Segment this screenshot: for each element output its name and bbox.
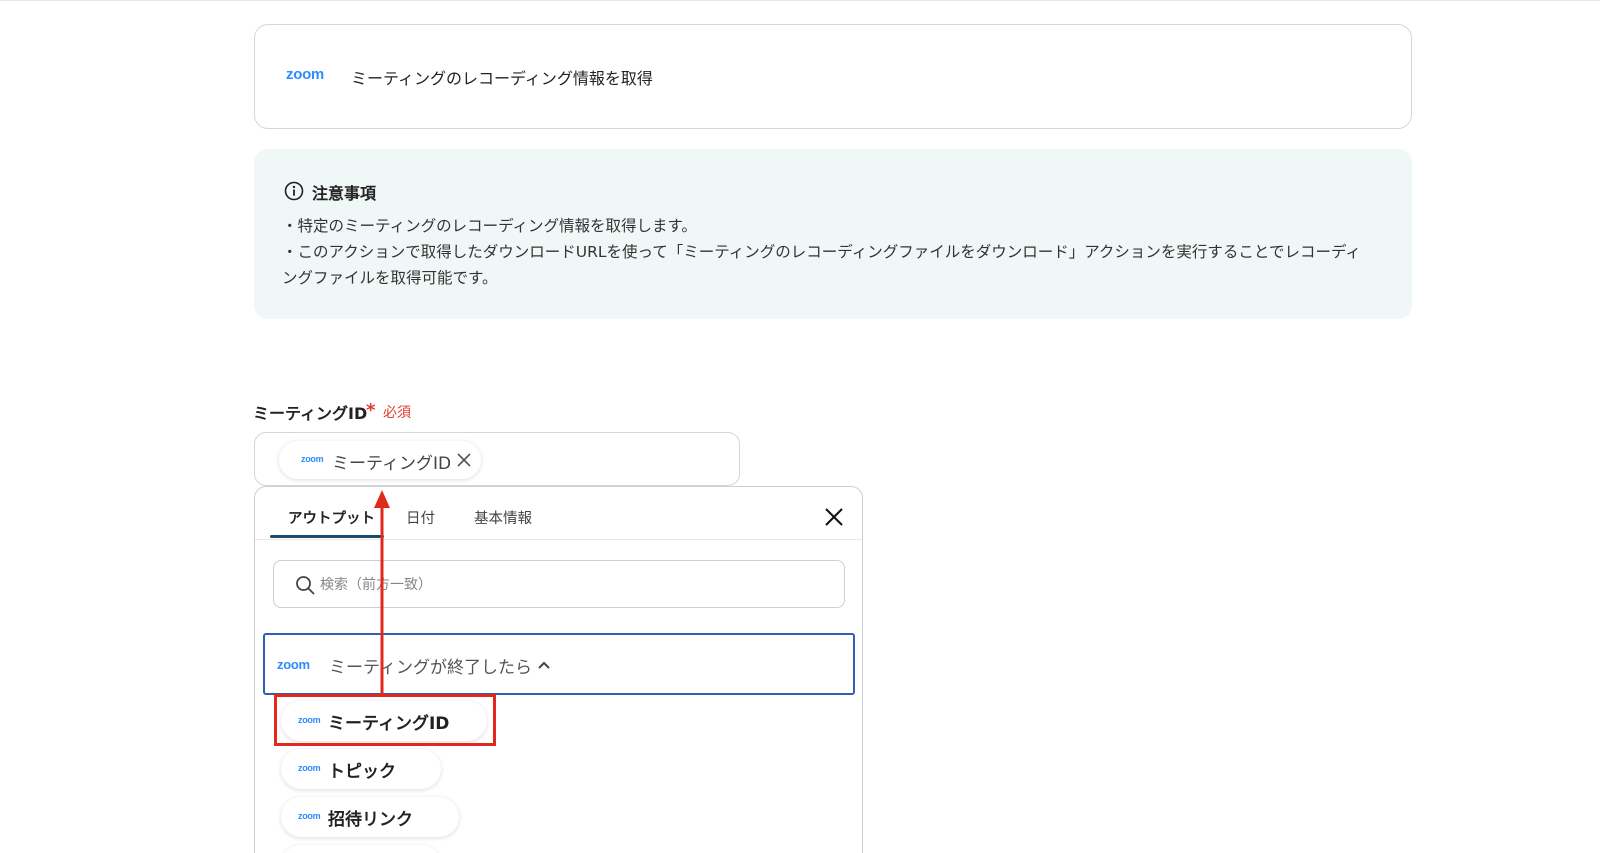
meeting-id-chip[interactable]: zoom ミーティングID (279, 441, 481, 479)
page: zoom ミーティングのレコーディング情報を取得 注意事項 ・特定のミーティング… (0, 0, 1600, 853)
search-input[interactable] (320, 573, 820, 597)
search-icon (296, 576, 315, 595)
field-label: ミーティングID (253, 404, 368, 423)
zoom-logo: zoom (298, 715, 321, 725)
notice-title: 注意事項 (312, 184, 377, 203)
action-card[interactable]: zoom ミーティングのレコーディング情報を取得 (254, 24, 1412, 129)
info-circle-icon (284, 181, 304, 201)
zoom-logo: zoom (277, 657, 310, 672)
tab-date[interactable]: 日付 (406, 507, 435, 528)
close-icon[interactable] (823, 506, 845, 528)
notice-line: ・このアクションで取得したダウンロードURLを使って「ミーティングのレコーディン… (282, 243, 1361, 261)
notice-box: 注意事項 ・特定のミーティングのレコーディング情報を取得します。 ・このアクショ… (254, 149, 1412, 319)
search-box[interactable] (273, 560, 845, 608)
zoom-logo: zoom (298, 763, 321, 773)
action-title: ミーティングのレコーディング情報を取得 (351, 69, 653, 88)
zoom-logo: zoom (301, 454, 324, 464)
chip-label: ミーティングID (332, 454, 452, 474)
output-item-label: ミーティングID (328, 714, 450, 734)
group-meeting-ended[interactable]: zoom ミーティングが終了したら (263, 633, 855, 695)
output-item-label: トピック (328, 762, 396, 782)
output-item-meeting-id[interactable]: zoom ミーティングID (281, 701, 487, 741)
output-item-label: 招待リンク (328, 810, 413, 830)
tab-basic-info[interactable]: 基本情報 (474, 507, 532, 528)
close-icon[interactable] (456, 452, 472, 468)
output-item-partial[interactable] (281, 845, 441, 853)
tab-output[interactable]: アウトプット (288, 507, 375, 528)
zoom-logo: zoom (298, 811, 321, 821)
required-text: 必須 (383, 405, 411, 421)
active-tab-indicator (270, 535, 384, 538)
top-divider (0, 0, 1600, 1)
group-label: ミーティングが終了したら (329, 658, 532, 678)
output-item-topic[interactable]: zoom トピック (281, 749, 441, 789)
notice-line: ・特定のミーティングのレコーディング情報を取得します。 (282, 217, 697, 235)
zoom-logo: zoom (286, 66, 324, 83)
meeting-id-input[interactable]: zoom ミーティングID (254, 432, 740, 486)
output-picker-panel: アウトプット 日付 基本情報 zoom ミーティングが終了したら zoom ミー… (254, 486, 863, 853)
required-mark: * (366, 400, 376, 421)
notice-line: ングファイルを取得可能です。 (282, 269, 498, 287)
output-item-invite-link[interactable]: zoom 招待リンク (281, 797, 459, 837)
chevron-up-icon (538, 661, 550, 669)
tabs-divider (255, 539, 862, 540)
